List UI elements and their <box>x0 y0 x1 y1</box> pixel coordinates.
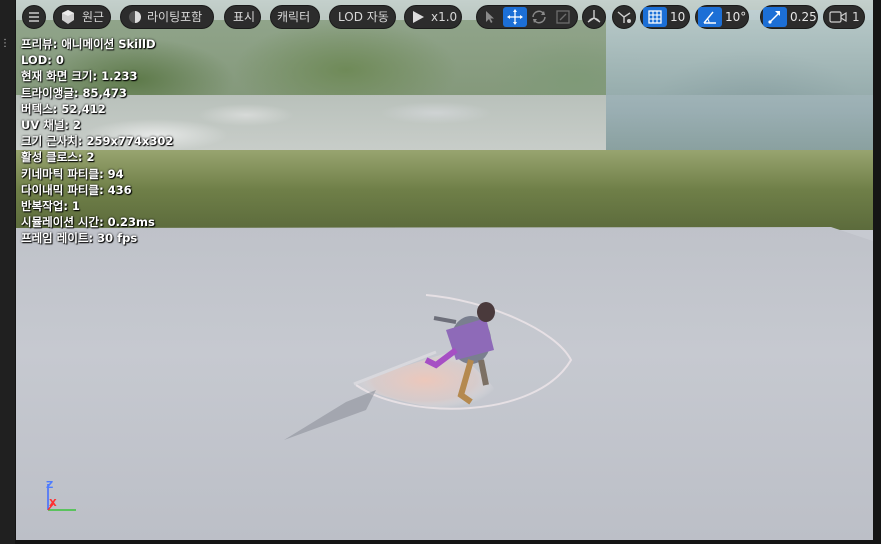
scale-tool-button[interactable] <box>551 7 575 27</box>
camera-icon <box>829 11 847 23</box>
lighting-button[interactable]: 라이팅포함 <box>120 5 214 29</box>
grid-icon <box>648 10 662 24</box>
grid-snap-group: 10 <box>640 5 690 29</box>
surface-snap-button[interactable] <box>612 5 636 29</box>
grid-snap-toggle[interactable] <box>643 7 667 27</box>
select-tool-button[interactable] <box>479 7 503 27</box>
stat-vertices: 버텍스: 52,412 <box>21 101 106 116</box>
playback-speed-button[interactable]: x1.0 <box>404 5 462 29</box>
surface-snap-icon <box>617 11 631 23</box>
stat-kinematic-particles: 키네마틱 파티클: 94 <box>21 166 124 181</box>
scale-arrow-icon <box>768 11 780 24</box>
coordinate-space-icon <box>587 10 601 23</box>
viewport-menu-button[interactable] <box>22 5 46 29</box>
rotation-snap-value[interactable]: 10° <box>725 6 746 28</box>
lighting-icon <box>129 11 141 23</box>
rotate-icon <box>532 10 546 24</box>
stat-preview: 프리뷰: 애니메이션 SkillD <box>21 37 156 51</box>
lod-label: LOD 자동 <box>338 10 389 24</box>
rotate-tool-button[interactable] <box>527 7 551 27</box>
drag-handle-icon[interactable]: ⋮ <box>0 38 10 50</box>
move-arrows-icon <box>507 9 523 25</box>
play-icon <box>413 11 424 23</box>
scale-snap-group: 0.25 <box>760 5 818 29</box>
character-label: 캐릭터 <box>277 10 311 24</box>
left-panel-edge: ⋮ <box>0 0 15 544</box>
axis-z-label: Z <box>46 480 54 491</box>
camera-speed-button[interactable]: 1 <box>823 5 865 29</box>
stat-dynamic-particles: 다이내믹 파티클: 436 <box>21 182 132 197</box>
playback-speed-label: x1.0 <box>431 10 458 24</box>
rotation-snap-toggle[interactable] <box>698 7 722 27</box>
camera-speed-value: 1 <box>852 10 860 24</box>
rotation-snap-group: 10° <box>695 5 749 29</box>
show-label: 표시 <box>233 10 256 24</box>
show-button[interactable]: 표시 <box>224 5 261 29</box>
stats-overlay: 프리뷰: 애니메이션 SkillD LOD: 0 현재 화면 크기: 1.233… <box>21 36 173 247</box>
scale-snap-toggle[interactable] <box>763 7 787 27</box>
grid-snap-value[interactable]: 10 <box>670 6 685 28</box>
lighting-label: 라이팅포함 <box>147 10 203 24</box>
stat-frame-rate: 프레임 레이트: 30 fps <box>21 231 138 246</box>
transform-tools <box>476 5 578 29</box>
perspective-button[interactable]: 원근 <box>53 5 111 29</box>
lod-button[interactable]: LOD 자동 <box>329 5 396 29</box>
perspective-label: 원근 <box>82 10 105 24</box>
character-shadow <box>284 390 376 440</box>
viewport-toolbar: 원근 라이팅포함 표시 캐릭터 LOD 자동 x1.0 10 10° 0.25 … <box>16 3 873 31</box>
stat-sim-time: 시뮬레이션 시간: 0.23ms <box>21 215 155 230</box>
viewport-frame: ⋮ 프리뷰: 애니메이션 SkillD LOD: 0 현재 화면 크기: 1.2… <box>0 0 881 544</box>
stat-active-cloth: 활성 클로스: 2 <box>21 150 95 165</box>
stat-triangles: 트라이앵글: 85,473 <box>21 85 127 100</box>
hamburger-menu-icon <box>29 12 39 22</box>
move-tool-button[interactable] <box>503 7 527 27</box>
axis-gizmo: Z X <box>40 480 80 514</box>
preview-viewport[interactable]: 프리뷰: 애니메이션 SkillD LOD: 0 현재 화면 크기: 1.233… <box>16 0 873 540</box>
stat-approx-size: 크기 근사치: 259x774x302 <box>21 134 174 149</box>
cursor-arrow-icon <box>486 11 494 23</box>
cube-icon <box>62 10 74 24</box>
scale-icon <box>556 10 570 24</box>
stat-lod: LOD: 0 <box>21 53 64 68</box>
stat-uv-channels: UV 채널: 2 <box>21 118 82 133</box>
character-button[interactable]: 캐릭터 <box>270 5 320 29</box>
stat-iterations: 반복작업: 1 <box>21 199 80 214</box>
coordinate-space-button[interactable] <box>582 5 606 29</box>
axis-x-label: X <box>49 498 57 509</box>
angle-icon <box>703 11 716 24</box>
scale-snap-value[interactable]: 0.25 <box>790 6 817 28</box>
stat-screen-size: 현재 화면 크기: 1.233 <box>21 69 138 84</box>
